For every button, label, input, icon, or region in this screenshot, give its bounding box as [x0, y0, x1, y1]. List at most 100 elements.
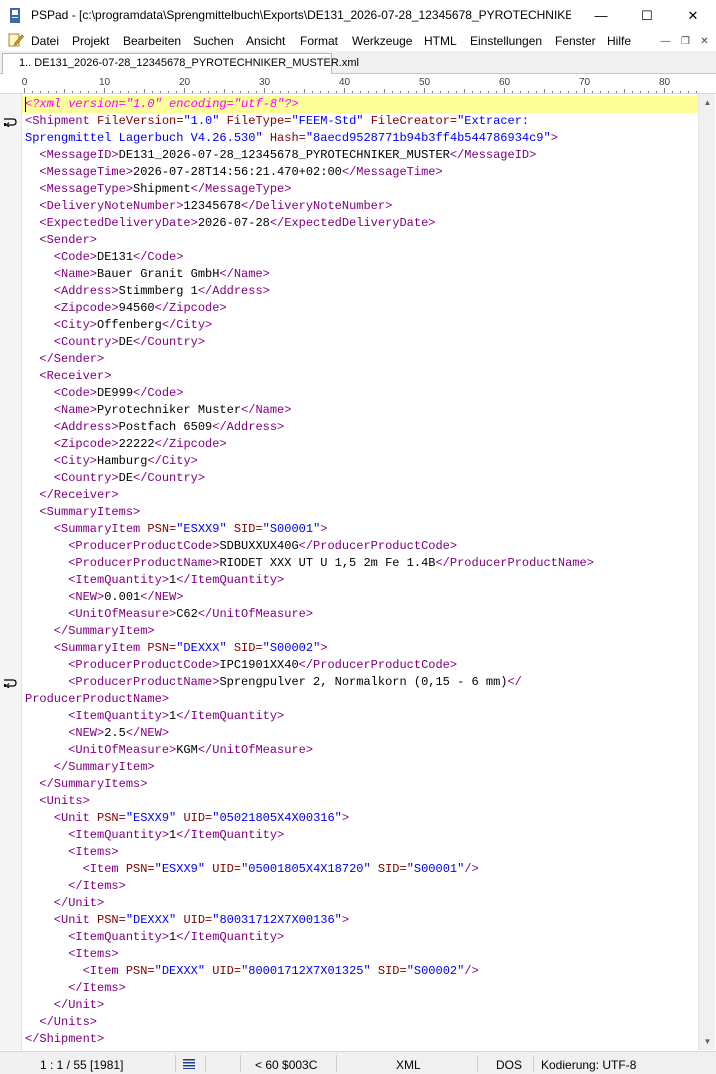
code-line[interactable]: </SummaryItem> — [25, 623, 155, 640]
status-encoding[interactable]: Kodierung: UTF-8 — [541, 1058, 636, 1072]
code-line[interactable]: <Unit PSN="ESXX9" UID="05021805X4X00316"… — [25, 810, 349, 827]
lines-icon[interactable] — [183, 1059, 195, 1069]
code-line[interactable]: <ProducerProductName>Sprengpulver 2, Nor… — [25, 674, 522, 691]
code-line[interactable]: <Address>Stimmberg 1</Address> — [25, 283, 270, 300]
code-line[interactable]: <Sender> — [25, 232, 97, 249]
code-line[interactable]: <City>Offenberg</City> — [25, 317, 212, 334]
code-line[interactable]: <MessageTime>2026-07-28T14:56:21.470+02:… — [25, 164, 442, 181]
code-line[interactable]: </Units> — [25, 1014, 97, 1031]
code-token: UID= — [183, 811, 213, 825]
code-line[interactable]: </Receiver> — [25, 487, 118, 504]
document-edit-icon[interactable] — [8, 32, 24, 48]
code-line[interactable]: <ItemQuantity>1</ItemQuantity> — [25, 827, 284, 844]
minimize-button[interactable]: — — [578, 0, 624, 31]
code-line[interactable]: </Shipment> — [25, 1031, 104, 1048]
code-line[interactable]: </SummaryItem> — [25, 759, 155, 776]
scroll-up-arrow-icon[interactable]: ▲ — [699, 94, 716, 111]
status-syntax[interactable]: XML — [396, 1058, 421, 1072]
code-line[interactable]: <SummaryItem PSN="ESXX9" SID="S00001"> — [25, 521, 328, 538]
code-line[interactable]: <Unit PSN="DEXXX" UID="80031712X7X00136"… — [25, 912, 349, 929]
menu-html[interactable]: HTML — [424, 34, 457, 48]
code-line[interactable]: <Name>Pyrotechniker Muster</Name> — [25, 402, 292, 419]
code-line[interactable]: <Receiver> — [25, 368, 111, 385]
menu-format[interactable]: Format — [300, 34, 338, 48]
code-line[interactable]: </Unit> — [25, 997, 104, 1014]
code-line[interactable]: <DeliveryNoteNumber>12345678</DeliveryNo… — [25, 198, 392, 215]
code-line[interactable]: <MessageID>DE131_2026-07-28_12345678_PYR… — [25, 147, 536, 164]
code-line[interactable]: <Zipcode>94560</Zipcode> — [25, 300, 227, 317]
code-line[interactable]: <Items> — [25, 844, 118, 861]
code-token: </SummaryItem> — [25, 624, 155, 638]
code-token: "DEXXX" — [176, 641, 234, 655]
menu-hilfe[interactable]: Hilfe — [607, 34, 631, 48]
code-line[interactable]: ProducerProductName> — [25, 691, 169, 708]
code-token: "ESXX9" — [125, 811, 184, 825]
maximize-button[interactable]: ☐ — [624, 0, 670, 31]
close-button[interactable]: ✕ — [670, 0, 716, 31]
menu-werkzeuge[interactable]: Werkzeuge — [352, 34, 412, 48]
menu-einstellungen[interactable]: Einstellungen — [470, 34, 542, 48]
code-line[interactable]: <City>Hamburg</City> — [25, 453, 198, 470]
scroll-down-arrow-icon[interactable]: ▼ — [699, 1033, 716, 1050]
code-line[interactable]: <ItemQuantity>1</ItemQuantity> — [25, 929, 284, 946]
code-line[interactable]: <ProducerProductCode>SDBUXXUX40G</Produc… — [25, 538, 457, 555]
code-line[interactable]: <SummaryItems> — [25, 504, 140, 521]
code-line[interactable]: <Units> — [25, 793, 89, 810]
code-line[interactable]: </SummaryItems> — [25, 776, 147, 793]
menu-suchen[interactable]: Suchen — [193, 34, 234, 48]
menu-fenster[interactable]: Fenster — [555, 34, 596, 48]
code-line[interactable]: <ItemQuantity>1</ItemQuantity> — [25, 572, 284, 589]
document-tab[interactable]: 1.. DE131_2026-07-28_12345678_PYROTECHNI… — [2, 53, 359, 74]
status-character-info: < 60 $003C — [255, 1058, 318, 1072]
code-line[interactable]: <Item PSN="DEXXX" UID="80001712X7X01325"… — [25, 963, 479, 980]
vertical-scrollbar[interactable]: ▲ ▼ — [698, 94, 715, 1050]
status-line-ending[interactable]: DOS — [496, 1058, 522, 1072]
mdi-minimize-button[interactable]: — — [658, 34, 673, 48]
code-line[interactable]: <Name>Bauer Granit GmbH</Name> — [25, 266, 270, 283]
code-token: <SummaryItem — [25, 522, 148, 536]
code-line[interactable]: <ExpectedDeliveryDate>2026-07-28</Expect… — [25, 215, 435, 232]
mdi-restore-button[interactable]: ❐ — [678, 34, 693, 48]
code-line[interactable]: <Zipcode>22222</Zipcode> — [25, 436, 227, 453]
editor-gutter[interactable] — [0, 94, 22, 1050]
code-line[interactable]: <SummaryItem PSN="DEXXX" SID="S00002"> — [25, 640, 328, 657]
code-token: SID= — [377, 964, 407, 978]
code-line[interactable]: </Items> — [25, 980, 126, 997]
menu-datei[interactable]: Datei — [31, 34, 59, 48]
menu-projekt[interactable]: Projekt — [72, 34, 109, 48]
code-line[interactable]: <Items> — [25, 946, 118, 963]
code-line[interactable]: <UnitOfMeasure>KGM</UnitOfMeasure> — [25, 742, 313, 759]
code-line[interactable]: <NEW>2.5</NEW> — [25, 725, 169, 742]
code-line[interactable]: <Country>DE</Country> — [25, 334, 205, 351]
code-line[interactable]: <Code>DE131</Code> — [25, 249, 184, 266]
code-token: </ExpectedDeliveryDate> — [269, 216, 436, 230]
code-line[interactable]: <Code>DE999</Code> — [25, 385, 184, 402]
code-token: Sprengpulver 2, Normalkorn (0,15 - 6 mm) — [219, 675, 508, 689]
code-line[interactable]: </Sender> — [25, 351, 104, 368]
code-line[interactable]: <ProducerProductCode>IPC1901XX40</Produc… — [25, 657, 457, 674]
code-line[interactable]: <NEW>0.001</NEW> — [25, 589, 183, 606]
code-token: <Name> — [25, 267, 98, 281]
code-line[interactable]: Sprengmittel Lagerbuch V4.26.530" Hash="… — [25, 130, 558, 147]
code-line[interactable]: <UnitOfMeasure>C62</UnitOfMeasure> — [25, 606, 313, 623]
title-bar: PSPad - [c:\programdata\Sprengmittelbuch… — [0, 0, 716, 31]
menu-bearbeiten[interactable]: Bearbeiten — [123, 34, 181, 48]
code-token: <Unit — [25, 811, 98, 825]
code-line[interactable]: <Country>DE</Country> — [25, 470, 205, 487]
code-line[interactable]: <Shipment FileVersion="1.0" FileType="FE… — [25, 113, 529, 130]
code-line[interactable]: <?xml version="1.0" encoding="utf-8"?> — [25, 96, 299, 113]
menu-ansicht[interactable]: Ansicht — [246, 34, 285, 48]
code-line[interactable]: <ItemQuantity>1</ItemQuantity> — [25, 708, 284, 725]
code-line[interactable]: <ProducerProductName>RIODET XXX UT U 1,5… — [25, 555, 594, 572]
code-editor[interactable]: <?xml version="1.0" encoding="utf-8"?> <S… — [22, 94, 698, 1050]
pspad-app-icon[interactable] — [9, 8, 21, 23]
code-line[interactable]: </Unit> — [25, 895, 104, 912]
code-line[interactable]: </Items> — [25, 878, 126, 895]
mdi-close-button[interactable]: ✕ — [697, 34, 712, 48]
code-token: "1.0" — [183, 114, 227, 128]
code-line[interactable]: <MessageType>Shipment</MessageType> — [25, 181, 291, 198]
code-line[interactable]: <Item PSN="ESXX9" UID="05001805X4X18720"… — [25, 861, 479, 878]
ruler-label: 70 — [579, 77, 591, 88]
code-line[interactable]: <Address>Postfach 6509</Address> — [25, 419, 284, 436]
code-token: DE131_2026-07-28_12345678_PYROTECHNIKER_… — [118, 148, 450, 162]
